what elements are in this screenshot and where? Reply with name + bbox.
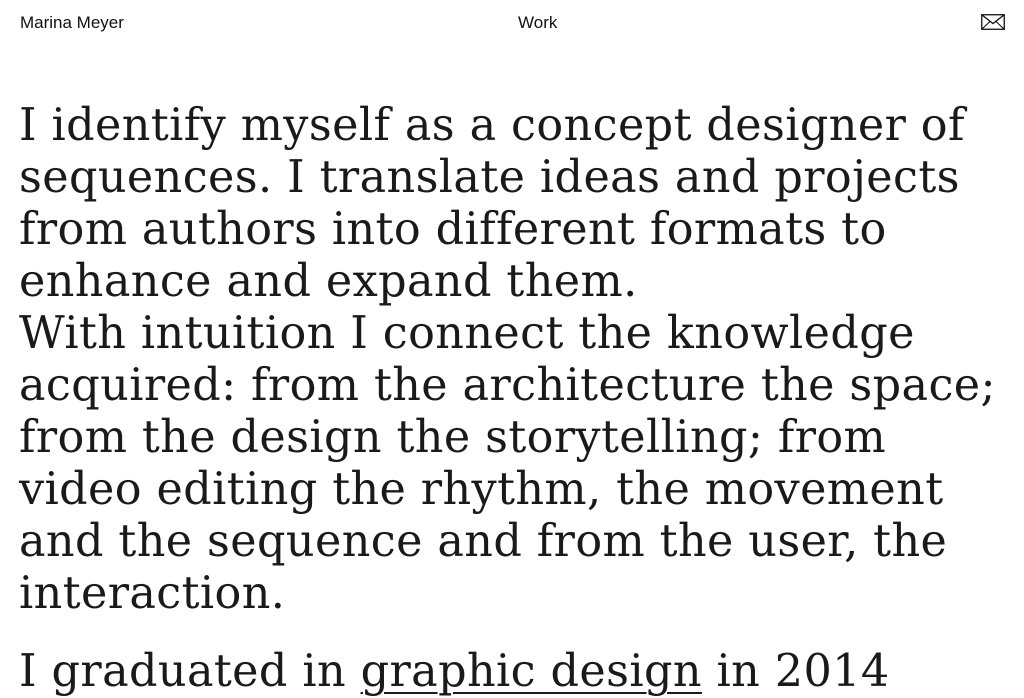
site-header: Marina Meyer Work xyxy=(0,0,1024,46)
envelope-icon xyxy=(981,14,1005,30)
bio-paragraph-3: I graduated in graphic design in 2014 xyxy=(19,646,1004,698)
bio-paragraph-2: With intuition I connect the knowledge a… xyxy=(19,308,996,619)
email-link[interactable] xyxy=(981,13,1005,31)
bio-content: I identify myself as a concept designer … xyxy=(19,100,1004,698)
bio-paragraph-1: I identify myself as a concept designer … xyxy=(19,100,965,307)
site-name-link[interactable]: Marina Meyer xyxy=(20,13,124,33)
nav-work-link[interactable]: Work xyxy=(518,13,557,33)
